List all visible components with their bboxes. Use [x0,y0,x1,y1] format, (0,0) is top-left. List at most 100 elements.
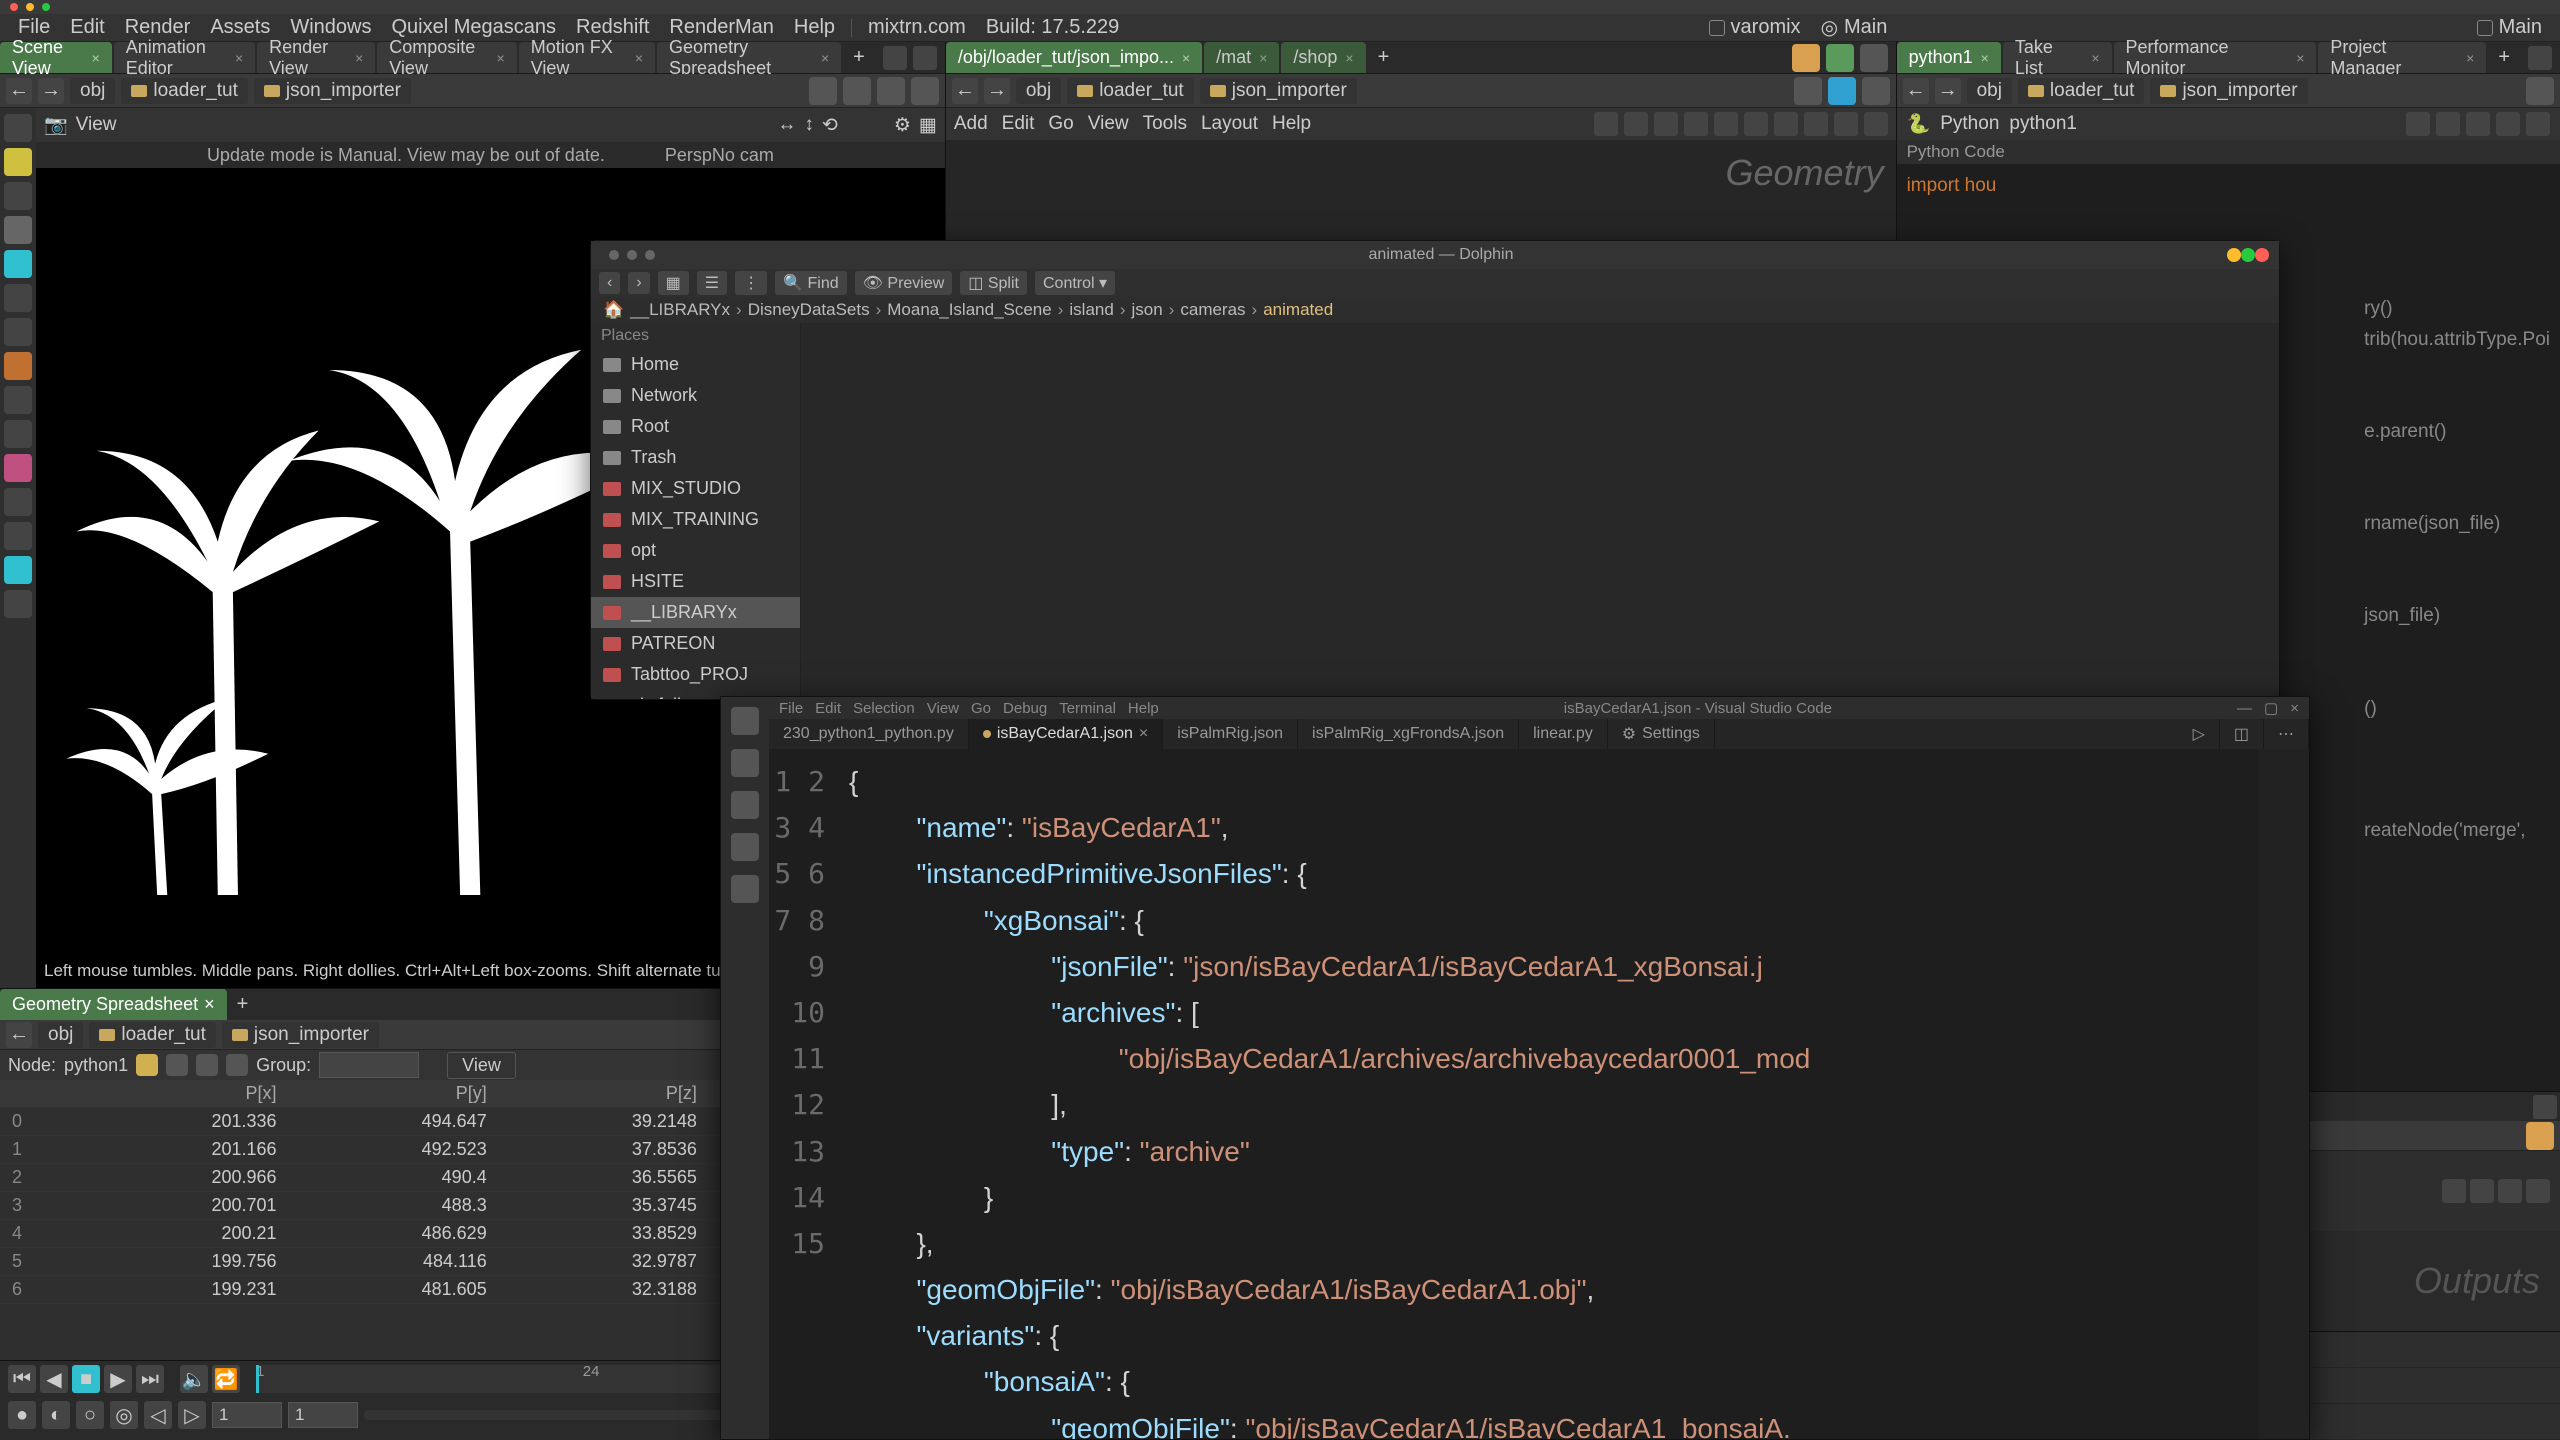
scope-icon[interactable]: ◎ [110,1401,138,1429]
close-icon[interactable]: × [92,50,100,66]
attr-icon[interactable] [196,1054,218,1076]
view-button[interactable]: View [447,1052,516,1079]
tab-takelist[interactable]: Take List× [2003,42,2112,73]
vsc-tab[interactable]: ⚙ Settings [1608,719,1715,749]
tool-icon[interactable] [4,488,32,516]
tool-icon[interactable] [4,182,32,210]
close-icon[interactable]: × [2290,700,2299,717]
grid-icon[interactable] [2442,1179,2466,1203]
dolphin-breadcrumb[interactable]: 🏠 __LIBRARYx › DisneyDataSets › Moana_Is… [591,297,2279,323]
net-icon[interactable] [1714,112,1738,136]
node-name[interactable]: python1 [64,1055,128,1076]
tab-python1[interactable]: python1× [1897,42,2001,73]
close-dot[interactable] [10,3,18,11]
first-frame-icon[interactable]: ⏮ [8,1365,36,1393]
help-icon[interactable] [1864,112,1888,136]
stop-icon[interactable]: ■ [72,1365,100,1393]
vsc-tab[interactable]: isPalmRig_xgFrondsA.json [1298,719,1519,749]
toolbar-btn[interactable] [911,77,939,105]
loop-icon[interactable]: 🔁 [212,1365,240,1393]
code-editor[interactable]: { "name": "isBayCedarA1", "instancedPrim… [839,749,2259,1439]
sidebar-item[interactable]: Root [591,411,800,442]
tab-motionfx[interactable]: Motion FX View× [519,42,655,73]
prev-key-icon[interactable]: ◁ [144,1401,172,1429]
tab-geo-spread[interactable]: Geometry Spreadsheet× [657,42,841,73]
split-icon[interactable]: ▷ [2179,719,2220,749]
pane-icon[interactable] [2528,46,2552,70]
net-icon[interactable] [1744,112,1768,136]
desk-mid[interactable]: Main [1844,16,1887,39]
handle-icon[interactable]: ↔ [777,114,796,136]
toolbar-btn[interactable] [1828,77,1856,105]
tab-render-view[interactable]: Render View× [257,42,375,73]
toolbar-btn[interactable] [877,77,905,105]
tool-icon[interactable] [4,352,32,380]
attr-icon[interactable] [226,1054,248,1076]
debug-icon[interactable] [731,833,759,861]
pane-icon[interactable] [2533,1095,2557,1119]
toolbar-btn[interactable] [1862,77,1890,105]
scope-icon[interactable]: ◐ [42,1401,70,1429]
max-icon[interactable]: ▢ [2264,699,2278,717]
net-opt-icon[interactable] [1860,44,1888,72]
net-edit[interactable]: Edit [1002,113,1035,135]
net-icon[interactable] [1774,112,1798,136]
desk-right[interactable]: Main [2499,16,2542,39]
asset-icon[interactable] [2526,1122,2554,1150]
min-icon[interactable]: — [2237,700,2252,717]
net-icon[interactable] [1684,112,1708,136]
vsc-tab[interactable]: linear.py [1519,719,1608,749]
sidebar-item[interactable]: Trash [591,442,800,473]
path-obj[interactable]: obj [70,78,115,104]
play-icon[interactable]: ▶ [104,1365,132,1393]
control-btn[interactable]: Control ▾ [1035,271,1115,295]
tab-scene-view[interactable]: Scene View× [0,42,112,73]
vsc-menu[interactable]: Terminal [1059,700,1116,717]
net-icon[interactable] [1804,112,1828,136]
handle-icon[interactable]: ⟲ [822,114,838,137]
min-dot[interactable] [26,3,34,11]
cam-icon[interactable]: 📷 [44,113,68,137]
handle-icon[interactable]: ↕ [804,114,814,136]
max-icon[interactable] [2241,248,2255,262]
toolbar-btn[interactable] [843,77,871,105]
persp-dropdown[interactable]: Persp [665,145,712,166]
tab-projman[interactable]: Project Manager× [2318,42,2486,73]
net-help[interactable]: Help [1272,113,1311,135]
toolbar-btn[interactable] [809,77,837,105]
frame-cur-input[interactable] [288,1402,358,1428]
tool-icon[interactable] [4,250,32,278]
back-icon[interactable]: ‹ [599,272,620,294]
group-field[interactable] [319,1052,419,1078]
disp-opt-icon[interactable]: ⚙ [894,114,911,137]
dolphin-sidebar[interactable]: Places HomeNetworkRootTrashMIX_STUDIOMIX… [591,323,801,699]
tab-perfmon[interactable]: Performance Monitor× [2114,42,2317,73]
arrow-tool-icon[interactable] [4,216,32,244]
view-label[interactable]: View [76,114,117,136]
min-icon[interactable] [2227,248,2241,262]
key-icon[interactable]: ● [8,1401,36,1429]
vsc-menu[interactable]: Debug [1003,700,1047,717]
last-frame-icon[interactable]: ⏭ [136,1365,164,1393]
audio-icon[interactable]: 🔈 [180,1365,208,1393]
desk-left[interactable]: varomix [1731,16,1801,39]
sidebar-item[interactable]: Tabttoo_PROJ [591,659,800,690]
gear-icon[interactable] [2406,112,2430,136]
net-opt-icon[interactable] [1826,44,1854,72]
tool-icon[interactable] [4,148,32,176]
sidebar-item[interactable]: MIX_TRAINING [591,504,800,535]
tool-icon[interactable] [4,454,32,482]
net-icon[interactable] [1594,112,1618,136]
path-loader[interactable]: loader_tut [121,78,248,104]
sidebar-item[interactable]: __LIBRARYx [591,597,800,628]
sidebar-item[interactable]: PATREON [591,628,800,659]
pane-opt-icon[interactable] [883,46,907,70]
cam-dropdown[interactable]: No cam [712,145,774,166]
home-icon[interactable]: 🏠 [603,300,624,320]
fwd-icon[interactable]: → [38,78,64,104]
frame-start-input[interactable] [212,1402,282,1428]
next-key-icon[interactable]: ▷ [178,1401,206,1429]
back-icon[interactable]: ← [1903,78,1929,104]
magnet-tool-icon[interactable] [4,522,32,550]
search-icon[interactable] [1834,112,1858,136]
